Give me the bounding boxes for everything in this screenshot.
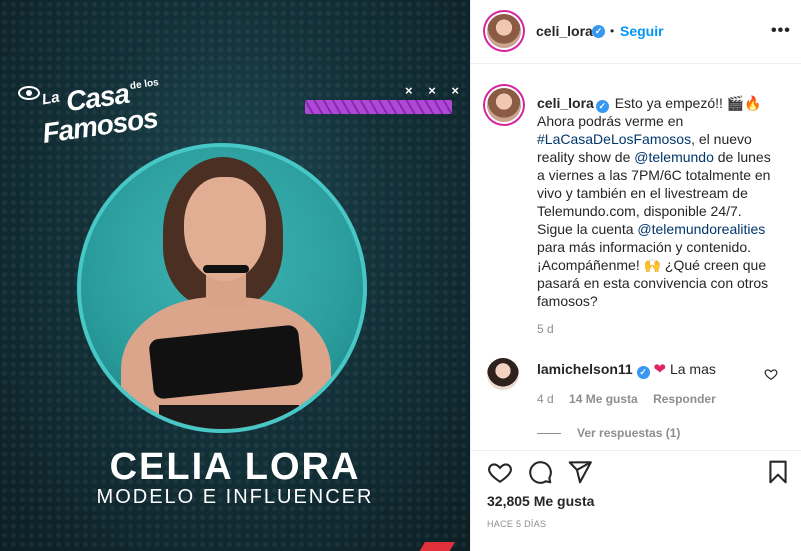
divider-line [537,433,561,435]
hashtag-link[interactable]: #LaCasaDeLosFamosos [537,131,691,147]
mention-link[interactable]: @telemundo [634,149,714,165]
share-icon[interactable] [567,459,593,485]
comment-username[interactable]: lamichelson11 [537,361,633,377]
heart-icon[interactable] [764,367,778,381]
mention-link[interactable]: @telemundorealities [637,221,765,237]
post-time[interactable]: HACE 5 DÍAS [487,519,546,529]
reply-button[interactable]: Responder [653,392,716,406]
eye-icon [18,86,40,100]
caption-age[interactable]: 5 d [537,322,554,336]
action-bar: 32,805 Me gusta HACE 5 DÍAS [471,450,801,551]
caption-text: celi_lora ✓ Esto ya empezó!! 🎬🔥 Ahora pod… [537,95,771,309]
verified-icon: ✓ [595,100,609,113]
heart-icon[interactable] [487,459,513,485]
post-media[interactable]: La Casa de los Famosos × × × CELIA LORA … [0,0,470,551]
comment-age[interactable]: 4 d [537,392,554,406]
decor-stripe-bar [305,100,452,114]
comment-meta: 4 d 14 Me gusta Responder [537,392,728,406]
comment-text: lamichelson11 ✓ ❤ La mas [537,360,716,379]
separator-dot: • [610,24,615,38]
bookmark-icon[interactable] [765,459,791,485]
caption-username[interactable]: celi_lora [537,95,594,111]
comment-body: La mas [669,361,716,377]
post-side-panel: celi_lora ✓ • Seguir ••• celi_lora ✓ Esto… [470,0,801,551]
person-subtitle: MODELO E INFLUENCER [96,486,374,508]
likes-count[interactable]: 32,805 Me gusta [487,493,594,509]
person-name: CELIA LORA [109,446,361,488]
corner-mark [419,542,455,551]
verified-icon: ✓ [636,366,650,379]
decor-marks: × × × [405,83,465,98]
avatar[interactable] [487,14,521,48]
follow-button[interactable]: Seguir [620,23,664,39]
heart-emoji: ❤ [653,361,667,378]
header-username[interactable]: celi_lora [536,23,593,39]
comment-likes[interactable]: 14 Me gusta [569,392,638,406]
more-options-icon[interactable]: ••• [771,22,791,40]
avatar[interactable] [487,88,521,122]
portrait-photo [77,143,367,433]
view-replies-button[interactable]: Ver respuestas (1) [537,426,680,440]
verified-icon: ✓ [592,25,605,38]
avatar[interactable] [487,358,519,390]
show-logo: La Casa de los Famosos [16,77,159,150]
post-header: celi_lora ✓ • Seguir ••• [471,0,801,64]
comment-icon[interactable] [527,459,553,485]
